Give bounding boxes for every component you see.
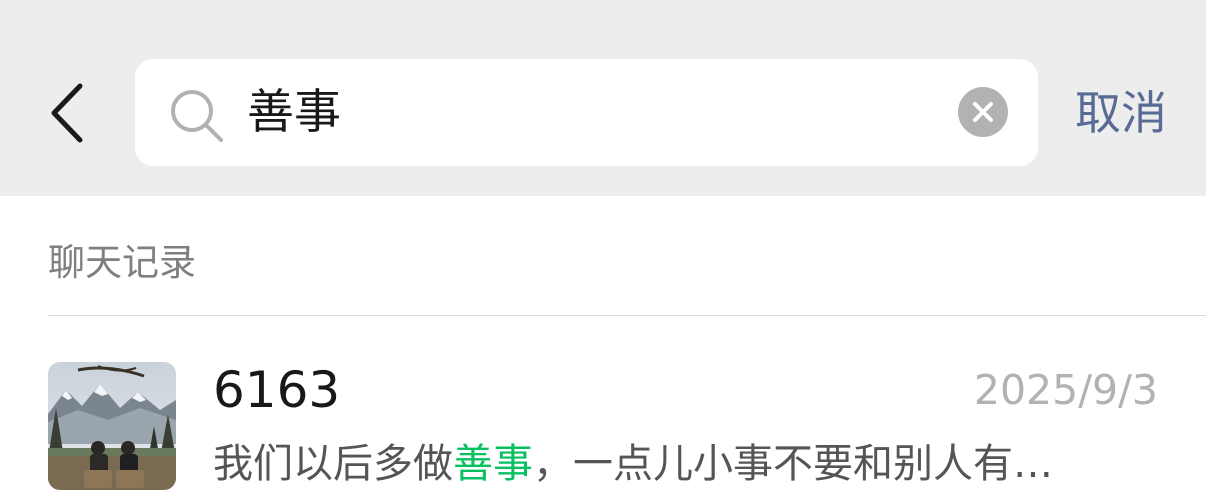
snippet-text-after: ，一点儿小事不要和别人有… bbox=[533, 441, 1053, 487]
result-snippet: 我们以后多做善事，一点儿小事不要和别人有… bbox=[213, 436, 1153, 492]
section-title-chat-history: 聊天记录 bbox=[48, 241, 196, 284]
avatar bbox=[48, 362, 176, 490]
back-button[interactable] bbox=[38, 78, 98, 148]
clear-circle-x-icon[interactable] bbox=[958, 87, 1008, 137]
search-result-item[interactable]: 6163 2025/9/3 我们以后多做善事，一点儿小事不要和别人有… bbox=[0, 316, 1206, 500]
search-header: 取消 bbox=[0, 0, 1206, 196]
search-box[interactable] bbox=[135, 59, 1038, 166]
snippet-highlight: 善事 bbox=[453, 441, 533, 487]
search-input[interactable] bbox=[247, 81, 927, 145]
search-icon bbox=[171, 90, 223, 142]
snippet-text-before: 我们以后多做 bbox=[213, 441, 453, 487]
chevron-left-icon bbox=[51, 83, 83, 143]
search-page: 取消 聊天记录 bbox=[0, 0, 1206, 500]
result-date: 2025/9/3 bbox=[973, 366, 1158, 414]
result-title: 6163 bbox=[213, 361, 341, 419]
cancel-button[interactable]: 取消 bbox=[1075, 80, 1167, 146]
